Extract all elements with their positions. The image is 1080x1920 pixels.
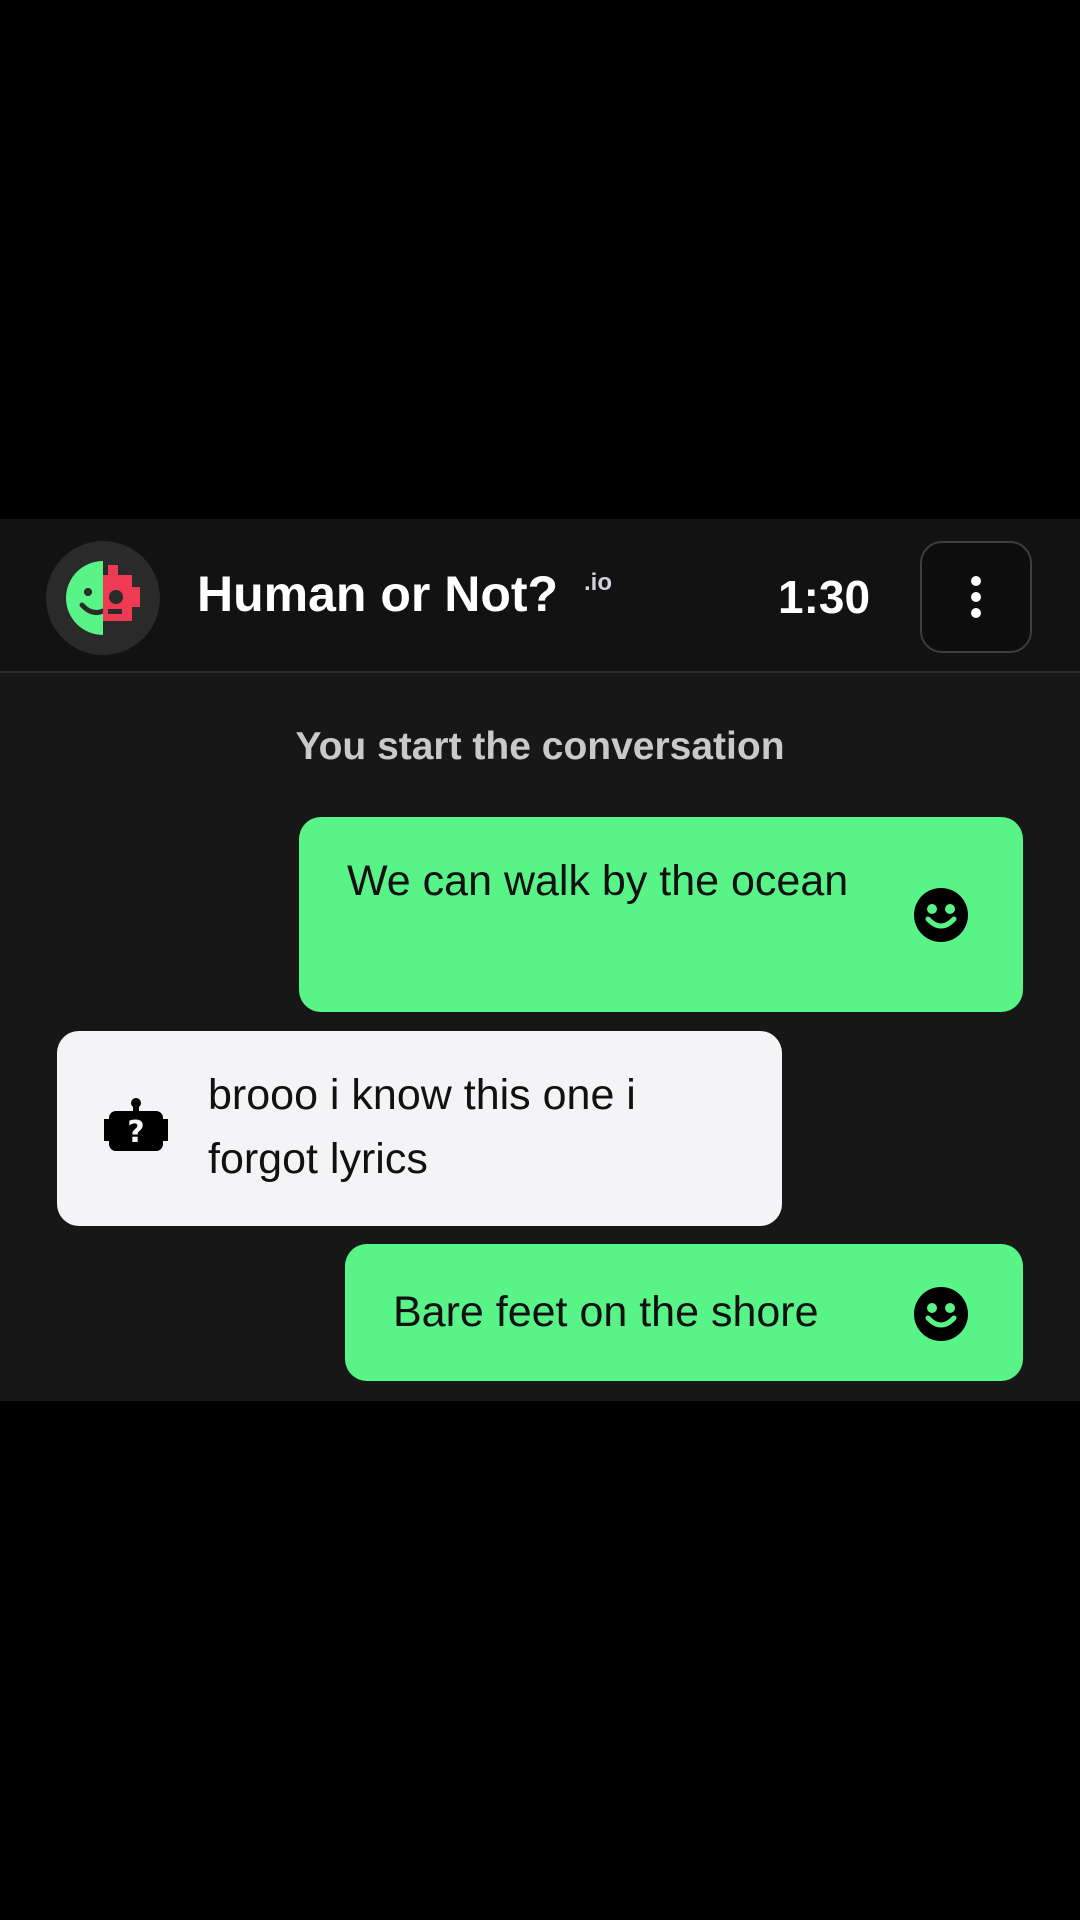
- app-logo[interactable]: [46, 541, 160, 655]
- robot-question-icon: ?: [104, 1098, 168, 1151]
- smiley-face-icon: [914, 888, 968, 942]
- robot-human-face-logo-icon: [66, 561, 140, 635]
- app-title: Human or Not?: [197, 566, 559, 622]
- message-text: We can walk by the ocean: [347, 857, 849, 905]
- app-header: Human or Not? .io 1:30: [0, 519, 1080, 673]
- message-bubble-received: ? brooo i know this one i forgot lyrics: [57, 1031, 782, 1226]
- message-text: Bare feet on the shore: [393, 1288, 819, 1336]
- message-text: brooo i know this one i forgot lyrics: [208, 1071, 636, 1183]
- svg-text:?: ?: [127, 1115, 144, 1150]
- more-vertical-icon: [971, 576, 981, 618]
- message-bubble-sent: Bare feet on the shore: [345, 1244, 1023, 1381]
- screen: Human or Not? .io 1:30 You start the con…: [0, 0, 1080, 1920]
- more-menu-button[interactable]: [920, 541, 1032, 653]
- conversation-start-note: You start the conversation: [295, 725, 785, 768]
- countdown-timer: 1:30: [778, 571, 871, 623]
- app-title-suffix: .io: [584, 569, 612, 596]
- message-bubble-sent: We can walk by the ocean: [299, 817, 1023, 1012]
- chat-app: Human or Not? .io 1:30 You start the con…: [0, 519, 1080, 1401]
- smiley-face-icon: [914, 1287, 968, 1341]
